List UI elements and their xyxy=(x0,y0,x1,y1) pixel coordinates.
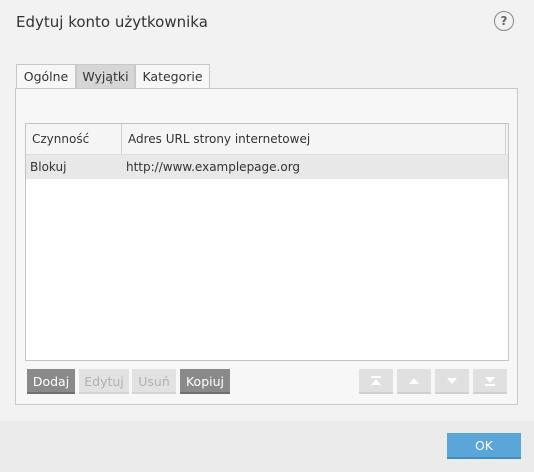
tab-exceptions[interactable]: Wyjątki xyxy=(76,64,135,89)
title-bar: Edytuj konto użytkownika ? xyxy=(0,0,534,44)
move-to-bottom-icon xyxy=(485,377,495,386)
cell-action: Blokuj xyxy=(30,160,67,174)
table-header: Czynność Adres URL strony internetowej xyxy=(26,124,508,155)
table-row[interactable]: Blokuj http://www.examplepage.org xyxy=(26,155,508,179)
copy-button[interactable]: Kopiuj xyxy=(180,369,230,394)
move-to-top-button[interactable] xyxy=(359,369,393,394)
move-to-bottom-button[interactable] xyxy=(473,369,507,394)
edit-user-account-dialog: Edytuj konto użytkownika ? Ogólne Wyjątk… xyxy=(0,0,534,472)
tab-general[interactable]: Ogólne xyxy=(16,64,76,88)
dialog-title: Edytuj konto użytkownika xyxy=(16,13,208,31)
cell-url: http://www.examplepage.org xyxy=(126,160,301,174)
exceptions-table: Czynność Adres URL strony internetowej B… xyxy=(25,123,509,361)
column-header-action[interactable]: Czynność xyxy=(26,124,122,154)
remove-button[interactable]: Usuń xyxy=(132,369,176,394)
move-up-icon xyxy=(409,378,419,384)
ok-button[interactable]: OK xyxy=(447,433,521,459)
move-up-button[interactable] xyxy=(397,369,431,394)
move-down-icon xyxy=(447,378,457,384)
help-icon[interactable]: ? xyxy=(494,11,514,31)
move-down-button[interactable] xyxy=(435,369,469,394)
edit-button[interactable]: Edytuj xyxy=(79,369,129,394)
add-button[interactable]: Dodaj xyxy=(27,369,75,394)
move-to-top-icon xyxy=(371,376,381,385)
tab-categories[interactable]: Kategorie xyxy=(135,64,210,88)
column-header-url[interactable]: Adres URL strony internetowej xyxy=(122,124,508,154)
